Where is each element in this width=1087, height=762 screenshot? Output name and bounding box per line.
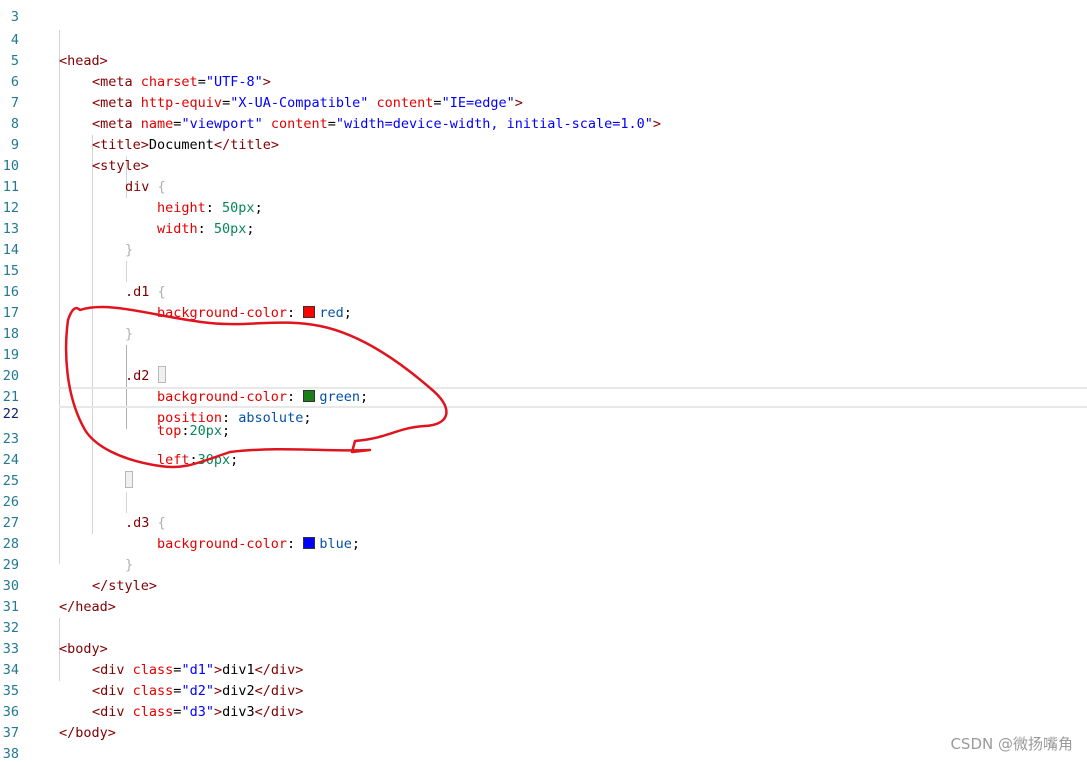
code-line: 9 <style> (0, 114, 1087, 174)
code-line: 16 background-color: red; (0, 261, 1087, 321)
code-line: 10 div { (0, 135, 1087, 195)
current-code-line[interactable]: 22 top:20px; (3, 387, 1087, 439)
code-line: 23 left:30px; (0, 408, 1087, 468)
code-line: 25 (0, 450, 1087, 489)
code-line: 20 background-color: green; (0, 345, 1087, 405)
code-line: 29 </style> (0, 534, 1087, 594)
code-line: 15 .d1 { (0, 240, 1087, 300)
code-line: 24 (0, 429, 1087, 488)
code-line: 33 <div class="d1">div1</div> (0, 618, 1087, 678)
code-editor[interactable]: 3 4 <head> 5 <meta charset="UTF-8"> 6 <m… (0, 0, 1087, 762)
code-line: 26 .d3 { (0, 471, 1087, 531)
code-line: 32 <body> (0, 597, 1087, 657)
code-line: 3 (0, 0, 1087, 25)
code-line: 30 </head> (0, 555, 1087, 615)
code-line: 4 <head> (0, 9, 1087, 69)
watermark: CSDN @微扬嘴角 (950, 735, 1073, 753)
code-line: 35 <div class="d3">div3</div> (0, 660, 1087, 720)
code-line: 7 <meta name="viewport" content="width=d… (0, 72, 1087, 132)
code-line: 12 width: 50px; (0, 177, 1087, 237)
code-line: 28 } (0, 513, 1087, 573)
line-number: 38 (2, 746, 19, 762)
code-line: 31 (0, 576, 1087, 615)
code-line: 18 (0, 303, 1087, 342)
code-line: 27 background-color: blue; (0, 492, 1087, 552)
code-line: 5 <meta charset="UTF-8"> (0, 30, 1087, 90)
code-line: 21 position: absolute; (0, 366, 1087, 426)
line-number: 21 (2, 389, 19, 405)
code-line: 38 </html> (0, 723, 1087, 762)
code-line: 37 (0, 702, 1087, 741)
code-line: 34 <div class="d2">div2</div> (0, 639, 1087, 699)
code-line: 11 height: 50px; (0, 156, 1087, 216)
code-line: 17 } (0, 282, 1087, 342)
code-line: 19 .d2 (0, 324, 1087, 384)
code-line: 13 } (0, 198, 1087, 258)
code-line: 14 (0, 219, 1087, 258)
code-line: 8 <title>Document</title> (0, 93, 1087, 153)
code-line: 36 </body> (0, 681, 1087, 741)
code-line: 6 <meta http-equiv="X-UA-Compatible" con… (0, 51, 1087, 111)
